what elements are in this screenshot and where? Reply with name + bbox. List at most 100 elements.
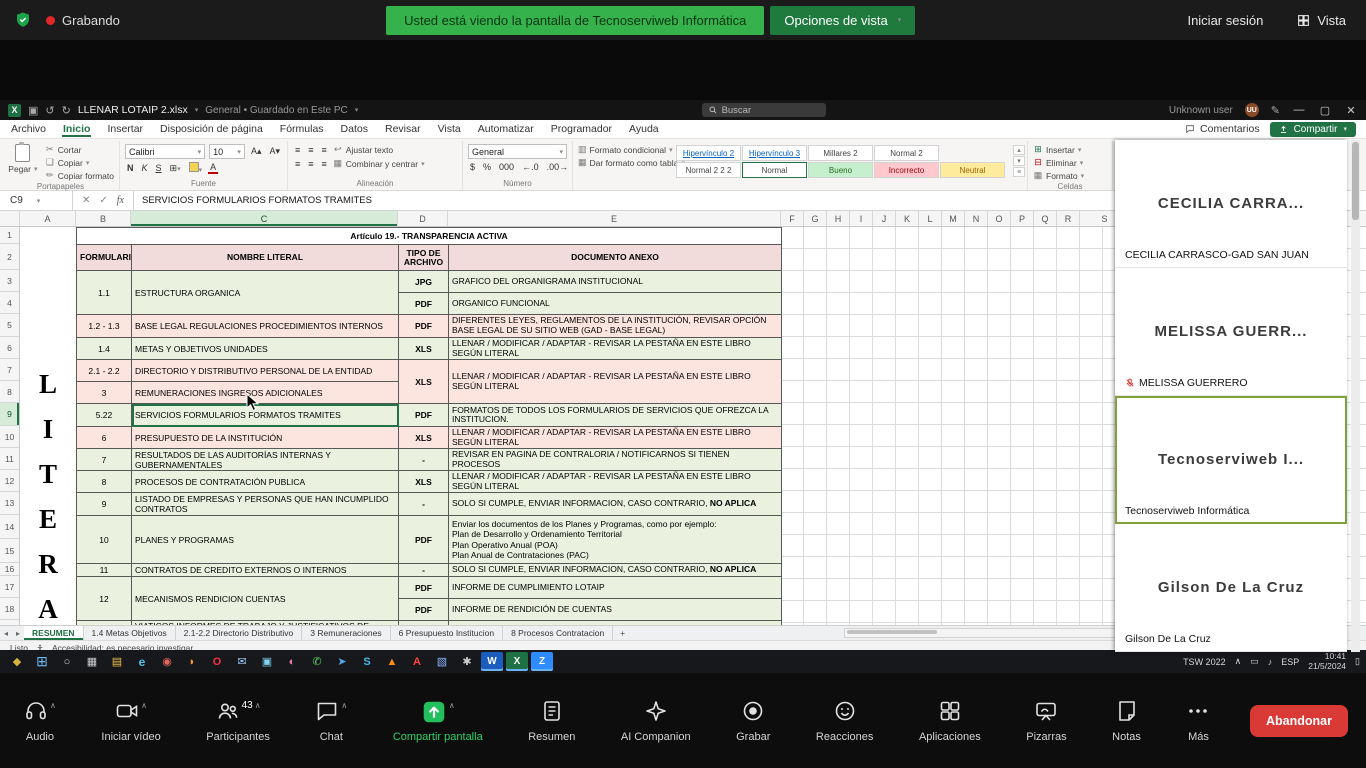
language-indicator[interactable]: ESP [1281,657,1299,667]
row-header[interactable]: 6 [0,337,19,359]
header-nombre-literal[interactable]: NOMBRE LITERAL [132,245,399,271]
document-save-state[interactable]: General • Guardado en Este PC [205,105,347,116]
cell-anexo[interactable]: INFORME DE RENDICIÓN DE CUENTAS [449,599,782,621]
menu-tab-formulas[interactable]: Fórmulas [279,121,325,137]
cell-tipo[interactable]: PDF [399,315,449,338]
search-box[interactable]: Buscar [702,103,826,117]
column-header[interactable]: H [827,211,850,226]
minimize-button[interactable]: — [1292,104,1306,116]
taskbar-icon-zoom[interactable]: Z [531,652,553,671]
taskbar-icon-mail[interactable]: ✉ [231,652,253,671]
chevron-up-icon[interactable]: ∧ [341,701,347,710]
cell-tipo[interactable]: PDF [399,404,449,427]
gallery-more-icon[interactable]: ≡ [1013,167,1025,177]
underline-button[interactable]: S [154,163,164,173]
row-header[interactable]: 1 [0,227,19,244]
row-header[interactable]: 8 [0,381,19,403]
row-header[interactable]: 7 [0,359,19,381]
cancel-icon[interactable]: ✕ [82,195,90,206]
column-header[interactable]: D [398,211,448,226]
cell-formulario[interactable]: 2.1 - 2.2 [77,360,132,382]
share-screen-button[interactable]: ∧ Compartir pantalla [387,698,489,744]
participant-tile-active-speaker[interactable]: Tecnoserviweb I... Tecnoserviweb Informá… [1115,396,1347,524]
cell-formulario[interactable]: 1.2 - 1.3 [77,315,132,338]
align-center-icon[interactable]: ≡ [306,159,315,169]
column-header[interactable]: P [1011,211,1034,226]
menu-tab-datos[interactable]: Datos [340,121,369,137]
menu-tab-ayuda[interactable]: Ayuda [628,121,660,137]
undo-icon[interactable]: ↺ [45,104,54,117]
taskbar-icon-excel[interactable]: X [506,652,528,671]
row-header[interactable]: 17 [0,576,19,598]
header-formulario[interactable]: FORMULARIO [77,245,132,271]
cell-formulario[interactable]: 12 [77,577,132,621]
cell-anexo[interactable]: INFORME DE CUMPLIMIENTO LOTAIP [449,577,782,599]
table-title-cell[interactable]: Artículo 19.- TRANSPARENCIA ACTIVA [77,228,782,245]
cell-nombre[interactable]: PLANES Y PROGRAMAS [132,516,399,564]
number-format-select[interactable]: General▾ [468,144,567,159]
summary-button[interactable]: Resumen [522,698,581,744]
select-all-corner[interactable] [0,211,20,226]
participant-tile[interactable]: MELISSA GUERR... MELISSA GUERRERO [1115,268,1347,396]
cell-tipo[interactable]: - [399,449,449,471]
participant-tile[interactable]: CECILIA CARRA... CECILIA CARRASCO-GAD SA… [1115,140,1347,268]
ai-companion-button[interactable]: AI Companion [615,698,697,744]
cell-tipo[interactable]: - [399,493,449,516]
align-right-icon[interactable]: ≡ [320,159,329,169]
row-header[interactable]: 13 [0,492,19,515]
cell-anexo[interactable]: LLENAR / MODIFICAR / ADAPTAR - REVISAR L… [449,360,782,404]
taskbar-icon-edge[interactable]: e [131,652,153,671]
comments-button[interactable]: Comentarios [1185,123,1260,135]
document-title[interactable]: LLENAR LOTAIP 2.xlsx [78,104,188,116]
chevron-up-icon[interactable]: ∧ [449,701,455,710]
menu-tab-revisar[interactable]: Revisar [384,121,422,137]
cell-formulario[interactable]: 6 [77,427,132,449]
chat-button[interactable]: ∧ Chat [309,698,353,744]
selected-cell-c9[interactable]: SERVICIOS FORMULARIOS FORMATOS TRAMITES [132,404,399,427]
cell-formulario[interactable]: 5.22 [77,404,132,427]
security-shield-icon[interactable] [14,11,32,29]
copy-button[interactable]: ❏Copiar▾ [45,157,114,168]
share-workbook-button[interactable]: Compartir ▾ [1270,122,1356,137]
view-layout-button[interactable]: Vista [1291,12,1352,29]
chevron-up-icon[interactable]: ∧ [255,701,261,710]
cell-nombre[interactable]: ESTRUCTURA ORGANICA [132,271,399,315]
cell-formulario[interactable]: 7 [77,449,132,471]
cut-button[interactable]: ✂Cortar [45,144,114,155]
format-as-table-button[interactable]: ▦Dar formato como tabla▾ [578,157,670,168]
font-size-select[interactable]: 10▾ [209,144,245,159]
cell-anexo[interactable]: Enviar los documentos de los Planes y Pr… [449,516,782,564]
taskbar-icon-start[interactable]: ⊞ [31,652,53,671]
taskbar-icon-word[interactable]: W [481,652,503,671]
taskbar-icon-skype[interactable]: S [356,652,378,671]
align-top-icon[interactable]: ≡ [293,145,302,155]
cell-nombre[interactable]: RESULTADOS DE LAS AUDITORÍAS INTERNAS Y … [132,449,399,471]
column-header[interactable]: I [850,211,873,226]
save-icon[interactable]: ▣ [28,104,38,117]
row-header[interactable]: 16 [0,563,19,576]
panel-scrollbar[interactable] [1351,140,1360,652]
taskbar-icon-task-view[interactable]: ▦ [81,652,103,671]
cell-formulario[interactable]: 13 [77,621,132,626]
taskbar-icon-chrome[interactable]: ◉ [156,652,178,671]
whiteboards-button[interactable]: Pizarras [1020,698,1072,744]
chevron-up-icon[interactable]: ∧ [141,701,147,710]
cell-nombre[interactable]: BASE LEGAL REGULACIONES PROCEDIMIENTOS I… [132,315,399,338]
row-header[interactable]: 4 [0,292,19,314]
cell-tipo[interactable]: PDF [399,293,449,315]
audio-button[interactable]: ∧ Audio [18,698,62,744]
paste-button[interactable]: Pegar▾ [7,142,39,174]
align-left-icon[interactable]: ≡ [293,159,302,169]
participant-tile[interactable]: Gilson De La Cruz Gilson De La Cruz [1115,524,1347,652]
cell-tipo[interactable]: XLS [399,471,449,493]
borders-button[interactable]: ⊞▾ [168,163,183,174]
cell-anexo[interactable]: REVISAR EN PAGINA DE CONTRALORIA / NOTIF… [449,449,782,471]
cell-anexo[interactable]: SOLO SI CUMPLE, ENVIAR INFORMACION, CASO… [449,621,782,626]
tray-expand-icon[interactable]: ∧ [1235,656,1242,667]
increase-decimal-button[interactable]: ←.0 [520,162,541,172]
increase-font-button[interactable]: A▴ [249,146,264,157]
sheet-tab-contratacion[interactable]: 8 Procesos Contratacion [503,626,613,640]
currency-button[interactable]: $ [468,162,477,172]
row-header[interactable]: 18 [0,598,19,620]
sheet-tab-resumen[interactable]: RESUMEN [24,626,84,640]
